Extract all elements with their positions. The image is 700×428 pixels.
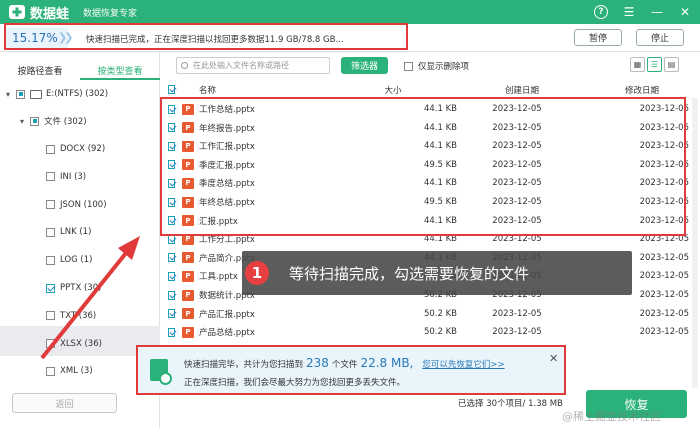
row-checkbox[interactable]	[168, 271, 175, 281]
expand-arrow-icon: ▾	[20, 116, 25, 126]
step-tip-text: 等待扫描完成，勾选需要恢复的文件	[289, 264, 530, 283]
selection-status: 已选择 30个项目/ 1.38 MB	[458, 399, 563, 409]
found-size: 22.8 MB,	[360, 356, 414, 370]
file-modified: 2023-12-05	[639, 327, 689, 338]
table-row[interactable]: P 产品汇报.pptx 50.2 KB 2023-12-05 2023-12-05	[164, 305, 692, 323]
search-icon	[181, 62, 188, 69]
file-found-icon	[150, 359, 172, 385]
sidebar-type-item[interactable]: DOCX (92)	[46, 140, 105, 158]
folder-checkbox[interactable]	[30, 116, 39, 126]
app-name: 数据蛙	[30, 6, 70, 22]
step-tip: 1 等待扫描完成，勾选需要恢复的文件	[242, 251, 632, 295]
row-checkbox[interactable]	[168, 309, 175, 319]
selected-files-highlight-box	[160, 97, 686, 236]
folder-label: 文件 (302)	[44, 117, 87, 127]
drive-icon	[30, 89, 42, 99]
menu-button[interactable]: ☰	[620, 3, 638, 21]
row-checkbox[interactable]	[168, 290, 175, 300]
file-size: 50.2 KB	[423, 327, 457, 338]
pptx-file-icon: P	[182, 289, 194, 301]
only-deleted-label: 仅显示删除项	[418, 62, 470, 72]
watermark: @稀土掘金技术社区	[562, 410, 661, 423]
select-all-checkbox[interactable]	[168, 85, 175, 94]
row-checkbox[interactable]	[168, 327, 175, 337]
search-placeholder: 在此处输入文件名称或路径	[193, 61, 289, 70]
only-deleted-toggle[interactable]: 仅显示删除项	[404, 60, 469, 72]
table-row[interactable]: P 产品总结.pptx 50.2 KB 2023-12-05 2023-12-05	[164, 323, 692, 341]
type-checkbox[interactable]	[46, 200, 55, 210]
col-modified[interactable]: 修改日期	[597, 84, 687, 96]
scan-notification: 快速扫描完毕，共计为您扫描到 238 个文件 22.8 MB, 您可以先恢复它们…	[136, 345, 566, 395]
col-name[interactable]: 名称	[199, 84, 339, 96]
drive-label: E:(NTFS) (302)	[46, 89, 109, 99]
file-created: 2023-12-05	[492, 308, 542, 319]
search-input[interactable]: 在此处输入文件名称或路径	[176, 57, 330, 74]
pptx-file-icon: P	[182, 252, 194, 264]
type-checkbox[interactable]	[46, 172, 55, 182]
minimize-button[interactable]: —	[648, 3, 666, 21]
step-number-badge: 1	[245, 261, 269, 285]
help-button[interactable]: ?	[592, 3, 610, 21]
menu-icon: ☰	[623, 5, 635, 19]
pptx-file-icon: P	[182, 326, 194, 338]
table-header: 名称 大小 创建日期 修改日期	[164, 82, 692, 98]
type-checkbox[interactable]	[46, 144, 55, 154]
detail-view-button[interactable]: ▤	[664, 57, 679, 72]
detail-icon: ▤	[667, 60, 676, 69]
pause-button[interactable]: 暂停	[574, 29, 622, 46]
table-scrollbar[interactable]	[692, 98, 698, 388]
file-size: 50.2 KB	[423, 308, 457, 319]
expand-arrow-icon: ▾	[6, 89, 11, 99]
list-view-button[interactable]: ☰	[647, 57, 662, 72]
close-icon: ✕	[679, 5, 691, 19]
sidebar-type-item[interactable]: JSON (100)	[46, 196, 107, 214]
pptx-file-icon: P	[182, 270, 194, 282]
type-label: DOCX (92)	[60, 144, 106, 154]
filter-button[interactable]: 筛选器	[341, 57, 388, 74]
only-deleted-checkbox[interactable]	[404, 61, 413, 71]
notification-line1: 快速扫描完毕，共计为您扫描到 238 个文件 22.8 MB, 您可以先恢复它们…	[184, 356, 505, 370]
recover-now-link[interactable]: 您可以先恢复它们>>	[422, 358, 504, 370]
file-modified: 2023-12-05	[639, 308, 689, 319]
help-icon: ?	[594, 5, 608, 19]
tab-by-type[interactable]: 按类型查看	[80, 58, 160, 80]
title-bar: 数据蛙 数据恢复专家 ? ☰ — ✕	[0, 0, 700, 24]
red-arrow-icon	[40, 236, 140, 360]
notification-line2: 正在深度扫描，我们会尽最大努力为您找回更多丢失文件。	[184, 378, 406, 388]
notification-close-icon[interactable]: ✕	[549, 352, 558, 365]
minimize-icon: —	[651, 5, 663, 19]
tree-drive[interactable]: ▾ E:(NTFS) (302)	[6, 85, 108, 103]
type-label: INI (3)	[60, 171, 87, 182]
app-logo-icon	[8, 3, 26, 21]
drive-checkbox[interactable]	[16, 89, 25, 99]
notification-prefix: 快速扫描完毕，共计为您扫描到	[184, 360, 304, 370]
sidebar-type-item[interactable]: INI (3)	[46, 168, 86, 186]
col-created[interactable]: 创建日期	[447, 84, 597, 96]
file-created: 2023-12-05	[492, 327, 542, 338]
pptx-file-icon: P	[182, 308, 194, 320]
tab-by-path[interactable]: 按路径查看	[0, 58, 80, 80]
row-checkbox[interactable]	[168, 253, 175, 263]
type-label: JSON (100)	[60, 199, 107, 210]
tree-folder[interactable]: ▾ 文件 (302)	[20, 112, 87, 130]
app-subtitle: 数据恢复专家	[83, 8, 138, 19]
file-name: 产品汇报.pptx	[199, 309, 255, 320]
found-count: 238	[306, 356, 329, 370]
close-window-button[interactable]: ✕	[676, 3, 694, 21]
list-icon: ☰	[650, 60, 659, 69]
row-checkbox[interactable]	[168, 234, 175, 244]
grid-icon: ▦	[633, 60, 642, 69]
file-name: 产品总结.pptx	[199, 328, 255, 339]
stop-button[interactable]: 停止	[636, 29, 684, 46]
progress-highlight-box	[4, 23, 408, 50]
back-button[interactable]: 返回	[12, 393, 117, 413]
col-size[interactable]: 大小	[339, 84, 447, 96]
grid-view-button[interactable]: ▦	[630, 57, 645, 72]
files-unit: 个文件	[331, 360, 358, 370]
